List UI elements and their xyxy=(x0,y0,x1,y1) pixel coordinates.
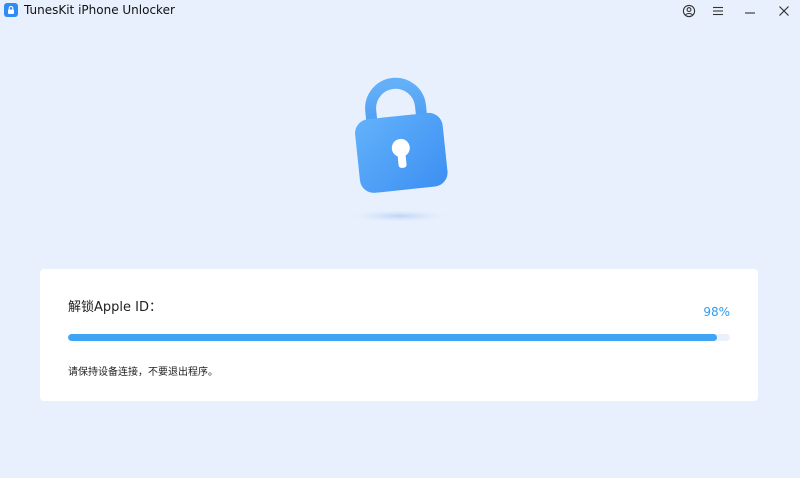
app-logo-icon xyxy=(4,3,18,17)
unlock-apple-id-label: 解锁Apple ID： xyxy=(68,300,162,315)
lock-illustration xyxy=(335,70,465,230)
minimize-icon xyxy=(745,12,755,14)
menu-icon xyxy=(713,6,723,16)
title-bar: TunesKit iPhone Unlocker xyxy=(0,0,800,22)
account-button[interactable] xyxy=(678,2,700,20)
menu-button[interactable] xyxy=(707,2,729,20)
progress-bar-fill xyxy=(68,334,717,341)
keep-connected-hint: 请保持设备连接，不要退出程序。 xyxy=(68,367,218,378)
app-title: TunesKit iPhone Unlocker xyxy=(24,3,175,17)
close-icon xyxy=(779,6,789,16)
progress-percent: 98% xyxy=(703,305,730,319)
close-button[interactable] xyxy=(773,2,795,20)
progress-bar xyxy=(68,334,730,341)
progress-card: 解锁Apple ID： 98% 请保持设备连接，不要退出程序。 xyxy=(40,269,758,401)
minimize-button[interactable] xyxy=(739,2,761,20)
account-icon xyxy=(682,4,696,18)
lock-icon xyxy=(343,77,455,223)
